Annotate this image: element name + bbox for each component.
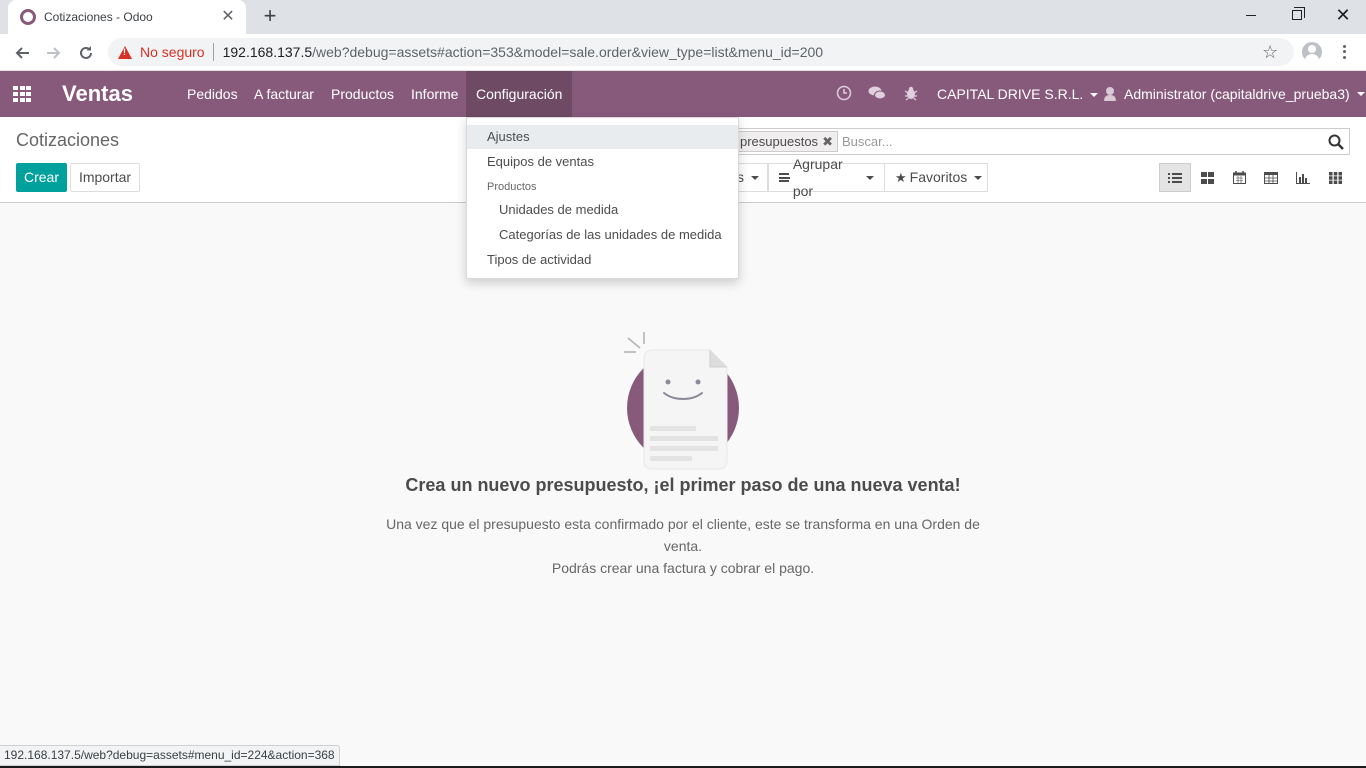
browser-menu-icon[interactable] [1334, 42, 1354, 62]
browser-toolbar: No seguro 192.168.137.5 /web?debug=asset… [0, 34, 1366, 71]
odoo-favicon-icon [20, 9, 36, 25]
pivot-view-button[interactable] [1255, 163, 1287, 192]
caret-down-icon [1090, 93, 1099, 98]
reload-button[interactable] [72, 39, 100, 67]
minimize-icon [1246, 14, 1256, 16]
url-host: 192.168.137.5 [222, 44, 313, 60]
calendar-icon [1232, 171, 1246, 184]
kanban-icon [1200, 171, 1214, 184]
restore-icon [1292, 7, 1305, 20]
tab-title: Cotizaciones - Odoo [44, 10, 153, 24]
menu-informe[interactable]: Informe [401, 71, 468, 117]
empty-state-title: Crea un nuevo presupuesto, ¡el primer pa… [405, 475, 961, 495]
debug-bug-icon[interactable] [902, 85, 920, 103]
empty-document-illustration [624, 332, 739, 470]
dropdown-item-unidades-de-medida[interactable]: Unidades de medida [467, 198, 738, 222]
menu-a-facturar[interactable]: A facturar [244, 71, 324, 117]
list-view-content: Crea un nuevo presupuesto, ¡el primer pa… [0, 203, 1366, 748]
link-status-bubble: 192.168.137.5/web?debug=assets#menu_id=2… [0, 745, 340, 766]
view-switcher [1159, 163, 1351, 192]
configuracion-dropdown: Ajustes Equipos de ventas Productos Unid… [466, 117, 739, 279]
odoo-navbar: Ventas Pedidos A facturar Productos Info… [0, 71, 1366, 117]
calendar-view-button[interactable] [1223, 163, 1255, 192]
graph-view-button[interactable] [1287, 163, 1319, 192]
activity-clock-icon[interactable] [835, 85, 853, 103]
forward-button[interactable] [40, 39, 68, 67]
profile-avatar-icon[interactable] [1302, 42, 1322, 62]
caret-down-icon [1356, 92, 1365, 96]
bookmark-star-icon[interactable]: ☆ [1262, 42, 1278, 62]
window-close-button[interactable]: ✕ [1320, 0, 1366, 30]
menu-configuracion[interactable]: Configuración [466, 71, 573, 117]
user-name: Administrator (capitaldrive_prueba3) [1124, 86, 1350, 102]
star-icon: ★ [895, 170, 907, 185]
grid-icon [1328, 171, 1342, 184]
search-facet: presupuestos ✖ [725, 131, 838, 152]
bar-chart-icon [1296, 171, 1310, 184]
dropdown-item-equipos-de-ventas[interactable]: Equipos de ventas [467, 150, 738, 174]
dropdown-item-ajustes[interactable]: Ajustes [467, 125, 738, 149]
group-by-button[interactable]: Agrupar por [768, 156, 885, 199]
browser-tabbar: Cotizaciones - Odoo ✕ + ✕ [0, 0, 1366, 34]
dropdown-header-productos: Productos [487, 181, 537, 193]
user-menu[interactable]: Administrator (capitaldrive_prueba3) [1104, 71, 1365, 117]
caret-down-icon [751, 175, 759, 180]
search-icon[interactable] [1328, 134, 1344, 150]
company-switcher[interactable]: CAPITAL DRIVE S.R.L. [937, 71, 1099, 117]
warning-icon [118, 45, 132, 59]
menu-productos[interactable]: Productos [321, 71, 404, 117]
import-button[interactable]: Importar [70, 163, 140, 192]
address-bar[interactable]: No seguro 192.168.137.5 /web?debug=asset… [108, 38, 1294, 66]
user-avatar-icon [1104, 87, 1116, 101]
kanban-view-button[interactable] [1191, 163, 1223, 192]
url-path: /web?debug=assets#action=353&model=sale.… [312, 44, 824, 60]
create-button[interactable]: Crear [16, 163, 67, 192]
empty-state-line-1: Una vez que el presupuesto esta confirma… [386, 516, 980, 554]
arrow-right-icon [47, 47, 61, 59]
empty-state-description: Una vez que el presupuesto esta confirma… [373, 513, 993, 579]
favorites-label: Favoritos [909, 169, 968, 185]
window-minimize-button[interactable] [1228, 0, 1274, 30]
back-button[interactable] [8, 39, 36, 67]
bars-icon [779, 173, 790, 182]
company-name: CAPITAL DRIVE S.R.L. [937, 86, 1084, 102]
empty-state-line-2: Podrás crear una factura y cobrar el pag… [551, 560, 815, 576]
browser-tab[interactable]: Cotizaciones - Odoo ✕ [8, 0, 246, 34]
dropdown-item-categorias-unidades[interactable]: Categorías de las unidades de medida [467, 223, 738, 247]
caret-down-icon [974, 175, 983, 180]
not-secure-label[interactable]: No seguro [140, 44, 205, 60]
list-view-button[interactable] [1159, 163, 1191, 192]
activity-view-button[interactable] [1319, 163, 1351, 192]
new-tab-button[interactable]: + [258, 5, 282, 29]
chat-bubbles-icon[interactable] [868, 85, 886, 103]
table-icon [1264, 171, 1278, 184]
facet-label: presupuestos [740, 134, 819, 149]
facet-remove-icon[interactable]: ✖ [822, 134, 833, 150]
reload-icon [80, 46, 92, 59]
search-input[interactable]: Buscar... [842, 134, 1349, 149]
arrow-left-icon [15, 47, 29, 59]
apps-grid-icon[interactable] [13, 86, 31, 102]
app-brand[interactable]: Ventas [62, 81, 133, 107]
omnibox-divider [212, 43, 214, 61]
breadcrumb: Cotizaciones [16, 130, 120, 150]
list-icon [1168, 172, 1182, 183]
dropdown-item-tipos-de-actividad[interactable]: Tipos de actividad [467, 248, 738, 272]
group-by-label: Agrupar por [792, 155, 843, 199]
window-restore-button[interactable] [1274, 0, 1320, 30]
tab-close-icon[interactable]: ✕ [220, 9, 236, 25]
caret-down-icon [866, 175, 874, 180]
menu-pedidos[interactable]: Pedidos [177, 71, 248, 117]
favorites-button[interactable]: ★ Favoritos [884, 163, 988, 192]
